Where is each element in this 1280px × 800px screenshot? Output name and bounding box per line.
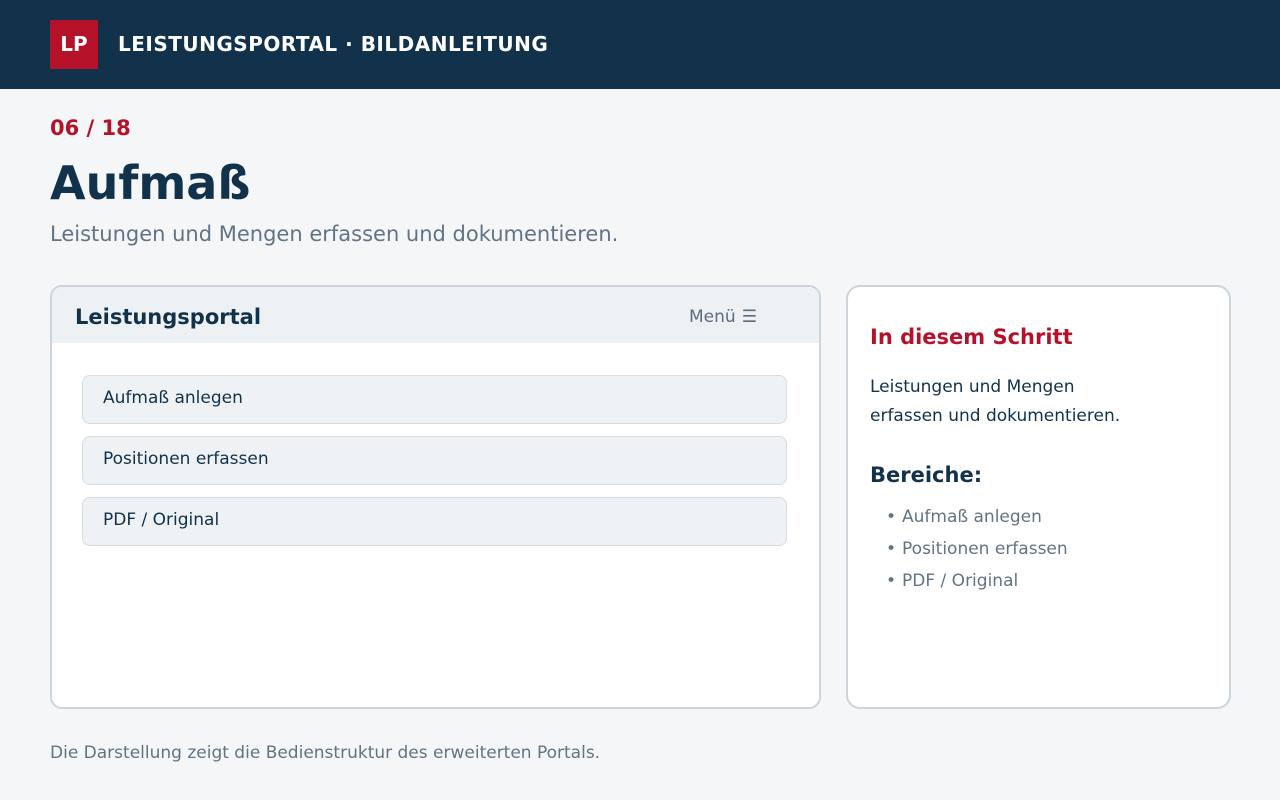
portal-header: Leistungsportal Menü ☰ bbox=[52, 287, 819, 343]
list-item: • Aufmaß anlegen bbox=[886, 501, 1068, 533]
menu-item-aufmass-anlegen[interactable]: Aufmaß anlegen bbox=[82, 375, 787, 424]
app-logo: LP bbox=[50, 20, 98, 69]
bullet-icon: • bbox=[886, 507, 897, 527]
menu-item-positionen-erfassen[interactable]: Positionen erfassen bbox=[82, 436, 787, 485]
page-subtitle: Leistungen und Mengen erfassen und dokum… bbox=[50, 222, 619, 246]
info-text: Leistungen und Mengen erfassen und dokum… bbox=[870, 373, 1190, 431]
area-label: Positionen erfassen bbox=[902, 539, 1068, 559]
menu-button[interactable]: Menü ☰ bbox=[689, 306, 757, 328]
menu-item-pdf-original[interactable]: PDF / Original bbox=[82, 497, 787, 546]
info-text-line: Leistungen und Mengen bbox=[870, 377, 1075, 397]
info-text-line: erfassen und dokumentieren. bbox=[870, 406, 1121, 426]
list-item: • PDF / Original bbox=[886, 565, 1068, 597]
areas-list: • Aufmaß anlegen • Positionen erfassen • PD… bbox=[886, 501, 1068, 597]
bullet-icon: • bbox=[886, 571, 897, 591]
area-label: PDF / Original bbox=[902, 571, 1019, 591]
portal-title: Leistungsportal bbox=[75, 305, 262, 329]
top-bar: LP LEISTUNGSPORTAL · BILDANLEITUNG bbox=[0, 0, 1280, 89]
list-item: • Positionen erfassen bbox=[886, 533, 1068, 565]
hamburger-menu-icon: ☰ bbox=[741, 307, 757, 327]
app-title: LEISTUNGSPORTAL · BILDANLEITUNG bbox=[118, 32, 549, 56]
step-counter: 06 / 18 bbox=[50, 116, 131, 140]
bullet-icon: • bbox=[886, 539, 897, 559]
info-heading: In diesem Schritt bbox=[870, 325, 1073, 349]
footer-note: Die Darstellung zeigt die Bedienstruktur… bbox=[50, 743, 601, 763]
page-title: Aufmaß bbox=[50, 156, 251, 210]
areas-heading: Bereiche: bbox=[870, 463, 983, 487]
menu-label: Menü bbox=[689, 307, 736, 327]
area-label: Aufmaß anlegen bbox=[902, 507, 1042, 527]
portal-preview-card: Leistungsportal Menü ☰ Aufmaß anlegen Pos… bbox=[50, 285, 821, 709]
step-info-panel: In diesem Schritt Leistungen und Mengen … bbox=[846, 285, 1231, 709]
